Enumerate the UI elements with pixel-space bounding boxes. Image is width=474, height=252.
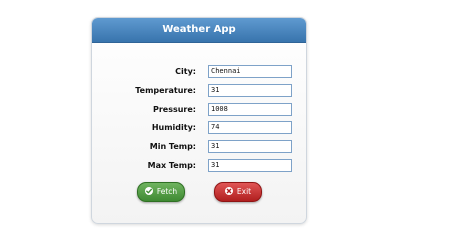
- form-row-temperature: Temperature: 31: [92, 84, 306, 97]
- max-temp-field[interactable]: 31: [208, 159, 292, 172]
- humidity-field[interactable]: 74: [208, 121, 292, 134]
- form-row-city: City: Chennai: [92, 65, 306, 78]
- form-row-min-temp: Min Temp: 31: [92, 140, 306, 153]
- temperature-field[interactable]: 31: [208, 84, 292, 97]
- exit-label: Exit: [236, 187, 252, 196]
- city-field[interactable]: Chennai: [208, 65, 292, 78]
- close-icon: [224, 187, 233, 195]
- min-temp-field[interactable]: 31: [208, 140, 292, 153]
- window-title: Weather App: [92, 18, 306, 43]
- fetch-button[interactable]: Fetch: [137, 182, 185, 202]
- check-icon: [144, 187, 153, 195]
- form-row-max-temp: Max Temp: 31: [92, 159, 306, 172]
- exit-button[interactable]: Exit: [214, 182, 262, 202]
- weather-app-window: Weather App City: Chennai Temperature: 3…: [91, 17, 307, 224]
- max-temp-label: Max Temp:: [147, 161, 196, 170]
- humidity-label: Humidity:: [151, 123, 196, 132]
- form-row-humidity: Humidity: 74: [92, 121, 306, 134]
- fetch-label: Fetch: [156, 187, 178, 196]
- temperature-label: Temperature:: [135, 86, 196, 95]
- form-row-pressure: Pressure: 1008: [92, 103, 306, 116]
- min-temp-label: Min Temp:: [149, 142, 196, 151]
- city-label: City:: [175, 67, 196, 76]
- pressure-label: Pressure:: [152, 105, 196, 114]
- pressure-field[interactable]: 1008: [208, 103, 292, 116]
